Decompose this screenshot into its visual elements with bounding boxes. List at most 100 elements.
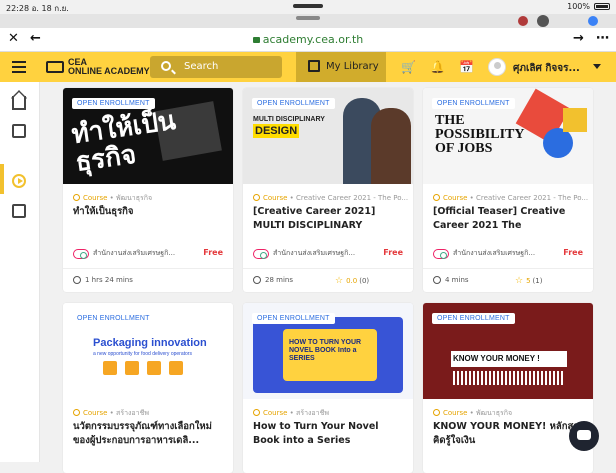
my-library-label: My Library [326,61,379,72]
drag-handle[interactable] [296,16,320,20]
thumb-shape [563,108,587,132]
star-icon: ☆ [515,276,524,286]
clock-icon [433,276,441,284]
course-thumbnail: THE POSSIBILITY OF JOBS OPEN ENROLLMENT [423,88,593,184]
provider-logo [253,248,269,259]
notification-icon[interactable] [518,16,528,26]
logo-text-2: ONLINE ACADEMY [68,66,150,76]
course-type-icon [73,194,80,201]
course-category: Course • Creative Career 2021 - The Po..… [433,193,588,202]
cart-icon[interactable]: 🛒 [401,60,416,74]
course-rating: ☆ 0.0 (0) [335,276,370,286]
thumb-title: THE POSSIBILITY OF JOBS [435,113,524,156]
enrollment-badge: OPEN ENROLLMENT [72,98,155,109]
card-divider [243,268,413,269]
sidebar [0,82,40,462]
course-card[interactable]: MULTI DISCIPLINARY DESIGN OPEN ENROLLMEN… [243,88,413,292]
course-rating: ☆ 5 (1) [515,276,543,286]
user-name[interactable]: ศุภเลิศ กิจจร... [513,61,580,76]
course-type-icon [433,194,440,201]
course-title[interactable]: KNOW YOUR MONEY! หลักสูตรคิดรู้ใจเงิน [433,420,585,448]
course-thumbnail: KNOW YOUR MONEY ! OPEN ENROLLMENT [423,303,593,399]
course-provider: สำนักงานส่งเสริมเศรษฐกิ... [253,248,355,259]
star-icon: ☆ [335,276,344,286]
course-card[interactable]: HOW TO TURN YOUR NOVEL BOOK Into a SERIE… [243,303,413,473]
course-title[interactable]: How to Turn Your Novel Book into a Serie… [253,420,405,448]
enrollment-badge: OPEN ENROLLMENT [252,98,335,109]
calendar-sidebar-icon[interactable] [12,124,26,138]
course-category: Course • Creative Career 2021 - The Po..… [253,193,408,202]
provider-logo [433,248,449,259]
course-card[interactable]: Packaging innovation a new opportunity f… [63,303,233,473]
course-category: Course • พัฒนาธุรกิจ [433,408,588,419]
clock-icon [253,276,261,284]
course-category: Course • สร้างอาชีพ [253,408,408,419]
top-nav: CEA ONLINE ACADEMY Search My Library 🛒 🔔… [0,52,616,82]
course-title[interactable]: [Creative Career 2021] MULTI DISCIPLINAR… [253,205,405,233]
thumb-title: DESIGN [253,124,300,138]
browser-tab-row [0,14,616,28]
thumb-title: HOW TO TURN YOUR NOVEL BOOK Into a SERIE… [289,339,362,362]
course-price: Free [563,248,583,257]
course-type-icon [73,409,80,416]
search-icon [161,61,171,71]
multitask-indicator[interactable] [293,4,323,8]
course-card[interactable]: KNOW YOUR MONEY ! OPEN ENROLLMENT Course… [423,303,593,473]
course-provider: สำนักงานส่งเสริมเศรษฐกิ... [433,248,535,259]
provider-logo [73,248,89,259]
logo-mark [46,61,64,73]
battery-icon [594,3,610,10]
course-duration: 1 hrs 24 mins [73,276,133,284]
course-provider: สำนักงานส่งเสริมเศรษฐกิ... [73,248,175,259]
thumb-shape [543,128,573,158]
status-right: 100% [567,2,610,11]
course-duration: 28 mins [253,276,293,284]
app-switcher-icon[interactable] [537,15,549,27]
enrollment-badge: OPEN ENROLLMENT [252,313,335,324]
thumb-title: Packaging innovation [93,337,207,349]
course-card[interactable]: ทำให้เป็นธุรกิจ OPEN ENROLLMENT Course •… [63,88,233,292]
thumb-subtitle: MULTI DISCIPLINARY [253,116,325,123]
course-thumbnail: ทำให้เป็นธุรกิจ OPEN ENROLLMENT [63,88,233,184]
course-category: Course • สร้างอาชีพ [73,408,228,419]
cea-logo[interactable]: CEA ONLINE ACADEMY [46,58,150,76]
course-card[interactable]: THE POSSIBILITY OF JOBS OPEN ENROLLMENT … [423,88,593,292]
app-icon[interactable] [588,16,598,26]
address-field[interactable]: academy.cea.or.th [0,33,616,46]
briefcase-icon[interactable] [12,204,26,218]
course-title[interactable]: ทำให้เป็นธุรกิจ [73,205,225,219]
play-course-icon[interactable] [12,174,26,188]
enrollment-badge: OPEN ENROLLMENT [432,98,515,109]
sidebar-active-indicator [0,164,4,194]
more-options-icon[interactable]: ⋯ [596,31,609,46]
course-price: Free [383,248,403,257]
course-type-icon [253,194,260,201]
clock-icon [73,276,81,284]
search-placeholder: Search [184,61,219,72]
course-title[interactable]: นวัตกรรมบรรจุภัณฑ์ทางเลือกใหม่ของผู้ประก… [73,420,225,448]
course-thumbnail: MULTI DISCIPLINARY DESIGN OPEN ENROLLMEN… [243,88,413,184]
forward-arrow-icon[interactable]: → [573,31,584,46]
thumb-barcode [453,371,565,385]
thumb-person [371,108,411,184]
chat-bubble-icon[interactable] [569,421,599,451]
status-bar: 22:28 อ. 18 ก.ย. 100% [0,0,616,14]
search-input[interactable]: Search [150,56,282,78]
avatar[interactable] [488,58,506,76]
course-type-icon [253,409,260,416]
course-thumbnail: Packaging innovation a new opportunity f… [63,303,233,399]
calendar-icon[interactable]: 📅 [459,60,474,74]
course-thumbnail: HOW TO TURN YOUR NOVEL BOOK Into a SERIE… [243,303,413,399]
bell-icon[interactable]: 🔔 [430,60,445,74]
thumb-icons [103,361,183,375]
course-type-icon [433,409,440,416]
menu-icon[interactable] [12,61,26,73]
course-duration: 4 mins [433,276,469,284]
my-library-button[interactable]: My Library [296,52,386,82]
thumb-title: KNOW YOUR MONEY ! [453,354,540,363]
course-title[interactable]: [Official Teaser] Creative Career 2021 T… [433,205,585,233]
card-divider [423,268,593,269]
chevron-down-icon[interactable] [593,64,601,69]
home-icon[interactable] [12,96,26,110]
battery-percent: 100% [567,2,590,11]
